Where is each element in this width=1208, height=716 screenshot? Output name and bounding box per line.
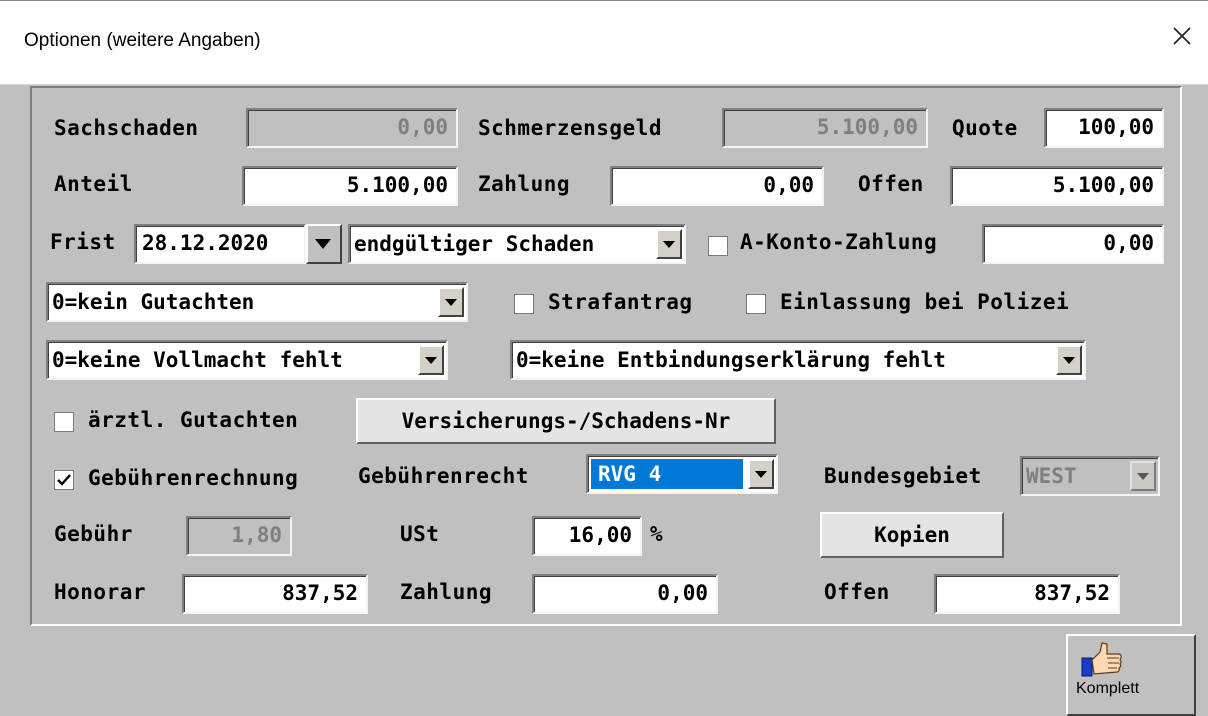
sachschaden-field: 0,00 xyxy=(246,108,458,148)
kopien-button[interactable]: Kopien xyxy=(820,512,1004,558)
chevron-down-icon[interactable] xyxy=(418,345,444,375)
zahlung-field[interactable]: 0,00 xyxy=(610,166,824,206)
akonto-label: A-Konto-Zahlung xyxy=(740,230,938,254)
chevron-down-icon xyxy=(1130,461,1156,491)
aerztl-gutachten-label: ärztl. Gutachten xyxy=(88,408,299,432)
quote-field[interactable]: 100,00 xyxy=(1044,108,1164,148)
einlassung-label: Einlassung bei Polizei xyxy=(780,290,1070,314)
close-icon[interactable] xyxy=(1168,22,1196,50)
ust-field[interactable]: 16,00 xyxy=(532,516,642,556)
einlassung-checkbox[interactable] xyxy=(746,294,766,314)
schaden-select[interactable]: endgültiger Schaden xyxy=(348,224,686,264)
zahlung-honorar-label: Zahlung xyxy=(400,580,493,604)
entbindung-select[interactable]: 0=keine Entbindungserklärung fehlt xyxy=(510,340,1086,380)
schmerzensgeld-field: 5.100,00 xyxy=(722,108,928,148)
frist-date-field[interactable]: 28.12.2020 xyxy=(134,224,306,264)
chevron-down-icon[interactable] xyxy=(748,459,774,489)
bundesgebiet-select-value: WEST xyxy=(1026,464,1077,488)
chevron-down-icon[interactable] xyxy=(656,229,682,259)
akonto-checkbox[interactable] xyxy=(708,236,728,256)
gebuehrenrecht-select[interactable]: RVG 4 xyxy=(586,454,778,494)
bundesgebiet-label: Bundesgebiet xyxy=(824,464,982,488)
triangle-down-icon xyxy=(315,239,331,249)
title-bar: Optionen (weitere Angaben) xyxy=(0,0,1208,85)
ust-label: USt xyxy=(400,522,440,546)
strafantrag-label: Strafantrag xyxy=(548,290,693,314)
strafantrag-checkbox[interactable] xyxy=(514,294,534,314)
zahlung-honorar-field[interactable]: 0,00 xyxy=(532,574,718,614)
schmerzensgeld-label: Schmerzensgeld xyxy=(478,116,663,140)
chevron-down-icon[interactable] xyxy=(438,287,464,317)
komplett-label: Komplett xyxy=(1076,680,1140,697)
checkmark-icon xyxy=(57,474,71,486)
akonto-field[interactable]: 0,00 xyxy=(982,224,1164,264)
vollmacht-select-value: 0=keine Vollmacht fehlt xyxy=(52,348,343,372)
sachschaden-label: Sachschaden xyxy=(54,116,199,140)
offen-honorar-field[interactable]: 837,52 xyxy=(934,574,1120,614)
quote-label: Quote xyxy=(952,116,1018,140)
frist-dropdown-button[interactable] xyxy=(306,224,342,264)
gebuehrenrecht-select-value: RVG 4 xyxy=(598,462,662,486)
komplett-button[interactable]: Komplett xyxy=(1066,634,1196,716)
gutachten-select[interactable]: 0=kein Gutachten xyxy=(46,282,468,322)
honorar-field[interactable]: 837,52 xyxy=(182,574,368,614)
gebuehr-label: Gebühr xyxy=(54,522,133,546)
anteil-label: Anteil xyxy=(54,172,133,196)
offen-honorar-label: Offen xyxy=(824,580,890,604)
window-top-border xyxy=(0,0,1208,1)
bundesgebiet-select: WEST xyxy=(1020,456,1160,496)
versicherung-button[interactable]: Versicherungs-/Schadens-Nr xyxy=(356,398,776,444)
chevron-down-icon[interactable] xyxy=(1056,345,1082,375)
window-title: Optionen (weitere Angaben) xyxy=(24,30,261,51)
gutachten-select-value: 0=kein Gutachten xyxy=(52,290,255,314)
thumbs-up-icon xyxy=(1081,642,1122,677)
anteil-field[interactable]: 5.100,00 xyxy=(242,166,458,206)
gebuehr-field: 1,80 xyxy=(186,516,292,556)
gebuehrenrecht-label: Gebührenrecht xyxy=(358,464,529,488)
frist-label: Frist xyxy=(50,230,116,254)
offen-field[interactable]: 5.100,00 xyxy=(950,166,1164,206)
entbindung-select-value: 0=keine Entbindungserklärung fehlt xyxy=(516,348,946,372)
zahlung-label: Zahlung xyxy=(478,172,571,196)
offen-label: Offen xyxy=(858,172,924,196)
gebuehrenrechnung-label: Gebührenrechnung xyxy=(88,466,299,490)
percent-sign: % xyxy=(650,522,664,546)
honorar-label: Honorar xyxy=(54,580,147,604)
schaden-select-value: endgültiger Schaden xyxy=(354,232,595,256)
aerztl-gutachten-checkbox[interactable] xyxy=(54,412,74,432)
vollmacht-select[interactable]: 0=keine Vollmacht fehlt xyxy=(46,340,448,380)
gebuehrenrechnung-checkbox[interactable] xyxy=(54,470,74,490)
